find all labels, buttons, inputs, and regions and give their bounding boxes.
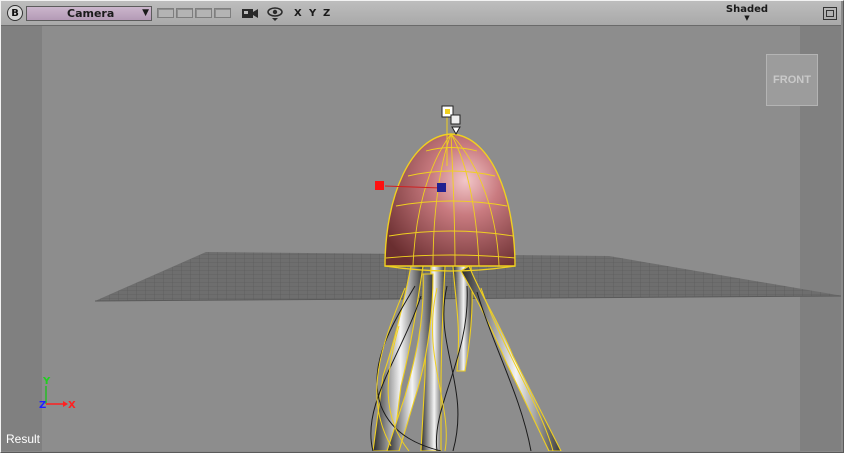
axis-triad-z-label: Z <box>39 400 46 411</box>
nav-cube-front-face[interactable]: FRONT <box>766 54 818 106</box>
axis-triad-y-label: Y <box>42 376 51 387</box>
chevron-down-icon: ▼ <box>744 14 750 22</box>
viewport-menu-button[interactable]: B <box>7 5 23 21</box>
x-axis-handle <box>375 181 384 190</box>
visibility-eye-icon[interactable] <box>265 5 285 21</box>
memo-slot-4[interactable] <box>214 8 231 18</box>
chevron-down-icon: ▼ <box>142 8 149 18</box>
axis-z-toggle[interactable]: Z <box>323 6 330 20</box>
viewport-status-label: Result <box>6 432 41 446</box>
nav-cube[interactable]: FRONT <box>766 54 818 106</box>
camera-select-value: Camera <box>67 7 115 20</box>
axis-triad: Y Z X <box>37 372 81 416</box>
axis-x-toggle[interactable]: X <box>294 6 302 20</box>
camera-select[interactable]: Camera ▼ <box>26 6 152 21</box>
display-mode-select[interactable]: Shaded ▼ <box>723 4 771 22</box>
camera-icon[interactable] <box>240 5 260 21</box>
memo-slot-3[interactable] <box>195 8 212 18</box>
maximize-viewport-button[interactable] <box>823 7 837 20</box>
axis-triad-x-label: X <box>68 400 76 411</box>
viewport-toolbar: B Camera ▼ X Y Z Shaded ▼ <box>1 1 841 26</box>
axis-y-toggle[interactable]: Y <box>309 6 316 20</box>
memo-slot-2[interactable] <box>176 8 193 18</box>
3d-viewport[interactable]: FRONT Y Z X Result <box>1 26 841 451</box>
dome-mesh <box>384 133 516 272</box>
scene-render[interactable] <box>1 26 841 451</box>
memo-slot-1[interactable] <box>157 8 174 18</box>
center-handle <box>437 183 446 192</box>
